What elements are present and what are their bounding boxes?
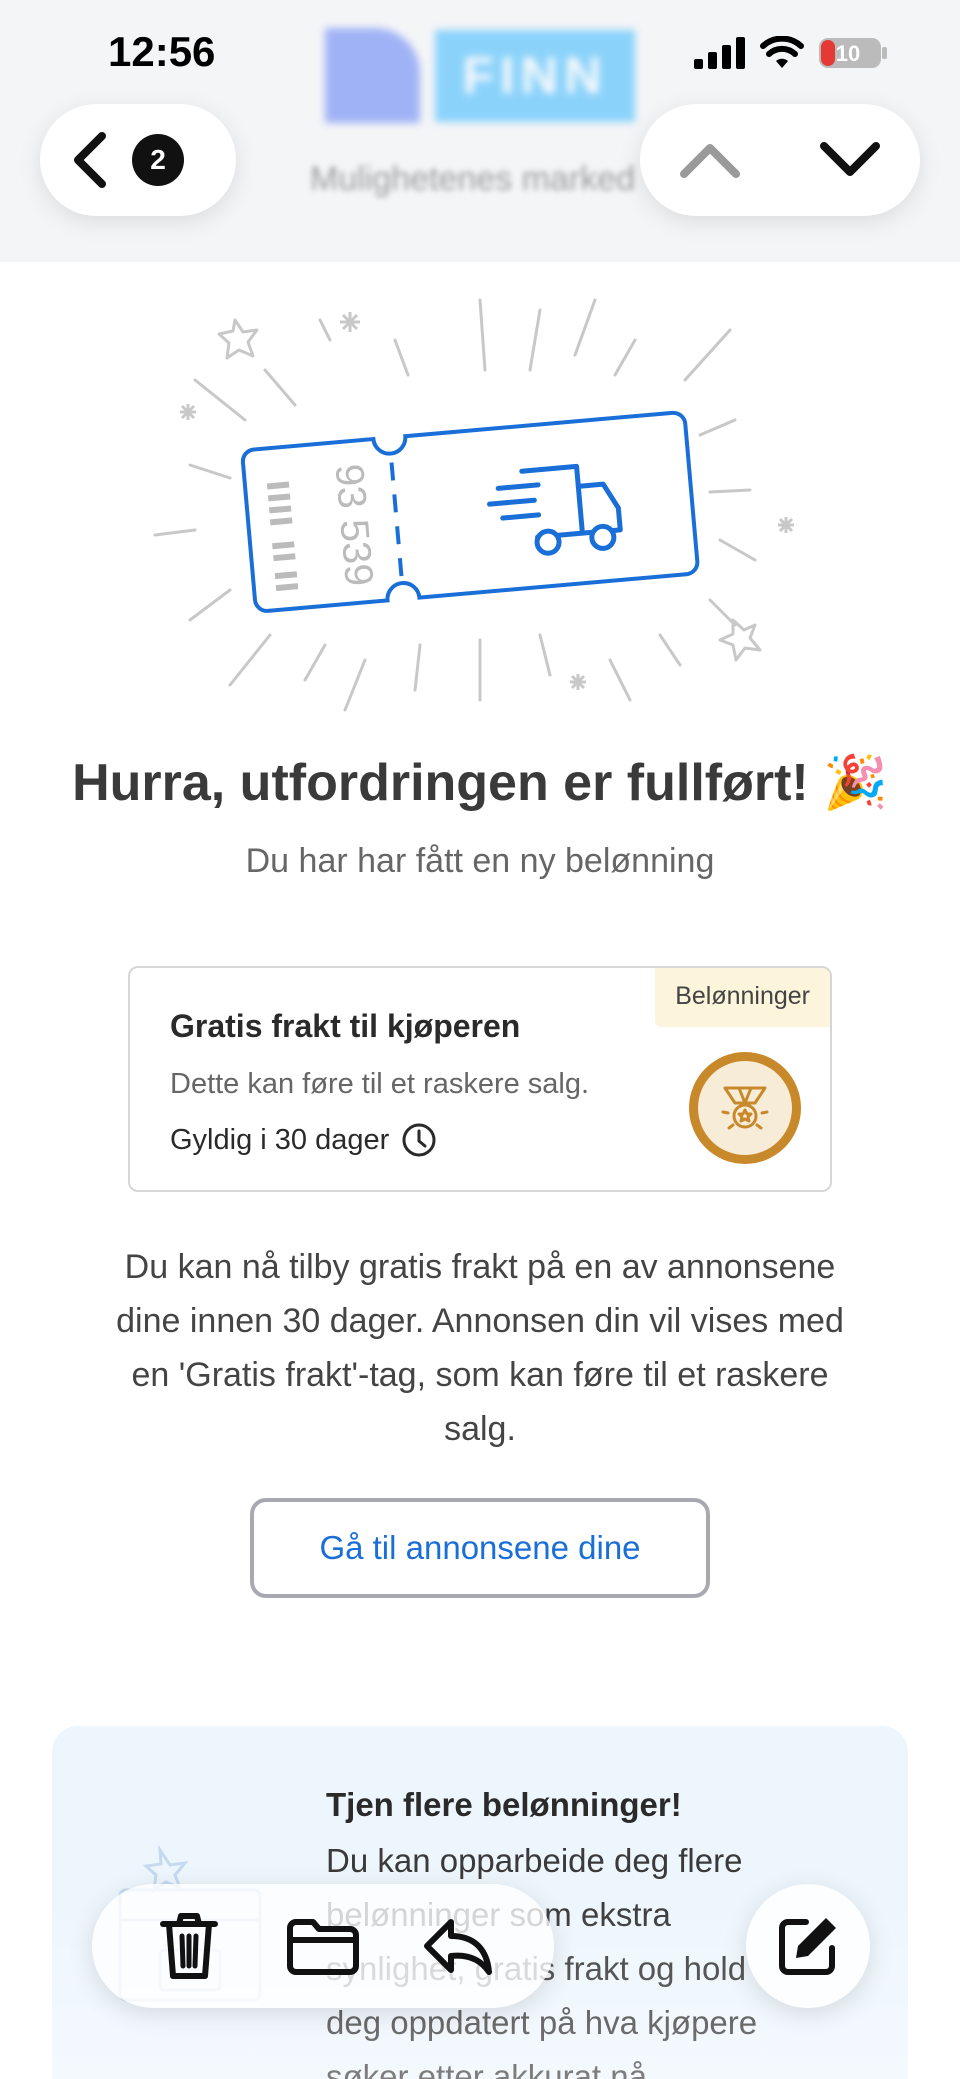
reward-validity: Gyldig i 30 dager — [170, 1122, 437, 1158]
wifi-icon — [760, 36, 804, 68]
battery-level: 10 — [836, 41, 860, 66]
ticket-shape: 93 539 — [240, 410, 700, 613]
brand-tagline: Mulighetenes marked — [310, 160, 636, 198]
reward-explanation: Du kan nå tilby gratis frakt på en av an… — [116, 1248, 844, 1448]
reply-icon — [424, 1919, 492, 1975]
headline: Hurra, utfordringen er fullført! 🎉 — [72, 754, 888, 812]
medal-icon — [689, 1052, 801, 1164]
move-to-folder-button[interactable] — [278, 1901, 368, 1991]
screen: FINN Mulighetenes marked 12:56 10 2 93 5… — [0, 0, 960, 2079]
delete-button[interactable] — [144, 1901, 234, 1991]
status-time: 12:56 — [108, 28, 216, 75]
folder-icon — [287, 1919, 359, 1975]
mail-toolbar — [92, 1884, 554, 2008]
unread-count-badge: 2 — [132, 134, 184, 186]
cellular-signal-icon — [694, 37, 745, 69]
chevron-left-icon — [74, 132, 106, 188]
reward-title: Gratis frakt til kjøperen — [170, 1008, 521, 1044]
reward-tag: Belønninger — [655, 968, 830, 1027]
ticket-illustration: 93 539 — [153, 298, 794, 712]
go-to-ads-button[interactable]: Gå til annonsene dine — [250, 1498, 710, 1598]
subheadline: Du har har fått en ny belønning — [245, 842, 715, 880]
brand-logo: FINN — [325, 28, 685, 128]
battery-icon: 10 — [819, 38, 887, 68]
chevron-down-icon[interactable] — [818, 140, 882, 180]
brand-logo-text: FINN — [435, 30, 635, 122]
compose-button[interactable] — [746, 1884, 870, 2008]
reward-description: Dette kan føre til et raskere salg. — [170, 1068, 590, 1100]
earn-more-title: Tjen flere belønninger! — [326, 1786, 682, 1823]
reward-card: Belønninger Gratis frakt til kjøperen De… — [128, 966, 832, 1192]
back-button[interactable]: 2 — [40, 104, 236, 216]
compose-icon — [779, 1918, 836, 1975]
trash-icon — [160, 1913, 218, 1979]
reward-validity-text: Gyldig i 30 dager — [170, 1123, 390, 1156]
message-navigation — [640, 104, 920, 216]
brand-logo-shape — [325, 28, 420, 123]
status-icons: 10 — [694, 36, 888, 70]
chevron-up-icon[interactable] — [678, 140, 742, 180]
clock-icon — [402, 1123, 436, 1157]
reply-button[interactable] — [412, 1901, 502, 1991]
